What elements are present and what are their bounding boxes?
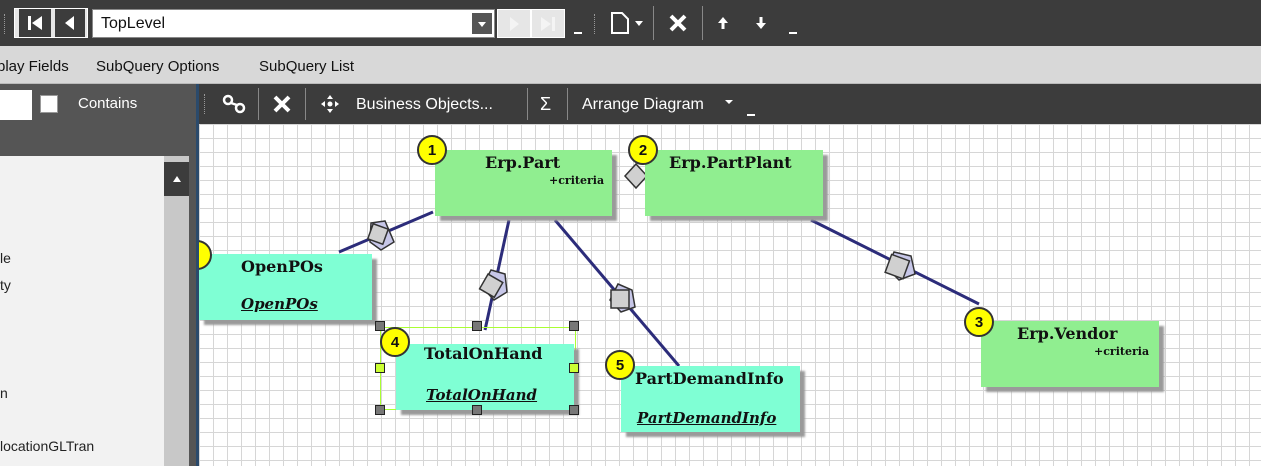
vertical-scrollbar[interactable] [164,156,189,466]
next-icon [510,16,519,31]
toolbar-overflow-icon[interactable] [573,24,583,38]
join-diamond-icon[interactable] [623,162,649,190]
nav-group [14,8,88,38]
new-document-icon [611,12,643,34]
openpos-subquery-node[interactable]: OpenPOs OpenPOs [199,254,372,320]
move-down-button[interactable] [748,8,774,38]
node-number-badge: 5 [605,350,635,380]
first-record-button[interactable] [19,9,51,37]
move-down-icon [756,17,766,29]
toolbar-separator [527,88,528,120]
partdemandinfo-subquery-node[interactable]: PartDemandInfo PartDemandInfo [621,366,800,432]
toolbar-separator [567,88,568,120]
subquery-link[interactable]: PartDemandInfo [637,409,776,427]
move-up-icon [718,17,728,29]
node-criteria[interactable]: +criteria [549,174,604,187]
menu-display-fields[interactable]: play Fields [0,58,69,75]
field-list: le ty n locationGLTran [0,156,164,466]
move-arrows-icon [321,95,339,113]
delete-button[interactable] [662,8,694,38]
node-title: Erp.Vendor [1017,324,1118,343]
move-up-button[interactable] [710,8,736,38]
diagram-toolbar-grip[interactable] [204,94,207,114]
sum-button[interactable]: Σ [540,94,551,115]
resize-handle[interactable] [569,321,579,331]
toolbar-separator [653,6,654,40]
join-diamond-icon[interactable] [366,220,395,251]
resize-handle[interactable] [375,405,385,415]
panel-splitter[interactable] [189,156,196,466]
delete-icon [669,14,687,32]
link-icon [222,94,246,114]
combo-dropdown-button[interactable] [472,13,492,34]
business-objects-button[interactable]: Business Objects... [356,96,493,114]
resize-handle[interactable] [569,405,579,415]
resize-handle[interactable] [472,405,482,415]
resize-handle[interactable] [375,321,385,331]
node-title: Erp.Part [485,153,561,172]
contains-label: Contains [78,95,138,112]
menu-subquery-list[interactable]: SubQuery List [259,58,354,75]
erp-part-table-node[interactable]: Erp.Part +criteria [435,150,612,216]
next-record-button[interactable] [497,9,531,38]
list-item[interactable]: ty [0,277,11,293]
diagram-toolbar: Business Objects... Σ Arrange Diagram [199,84,1261,124]
resize-handle[interactable] [472,321,482,331]
dropdown-icon [478,21,486,27]
node-title: Erp.PartPlant [669,153,792,172]
toolbar-grip[interactable] [4,14,7,34]
node-title: PartDemandInfo [635,369,784,388]
last-icon [541,16,555,31]
chevron-up-icon [172,176,181,182]
contains-checkbox[interactable] [40,95,58,113]
erp-partplant-table-node[interactable]: Erp.PartPlant [645,150,823,216]
close-icon [273,95,291,113]
new-button[interactable] [604,8,648,38]
subquery-link[interactable]: TotalOnHand [426,386,537,404]
node-number-badge: 4 [380,327,410,357]
link-button[interactable] [217,89,251,119]
query-diagram-canvas[interactable]: Erp.Part +criteria 1 Erp.PartPlant 2 Erp… [199,124,1261,466]
toolbar-separator [305,88,306,120]
last-record-button[interactable] [531,9,565,38]
query-level-value: TopLevel [101,15,166,32]
remove-button[interactable] [265,89,299,119]
subquery-link[interactable]: OpenPOs [241,295,318,313]
menu-subquery-options[interactable]: SubQuery Options [96,58,219,75]
arrange-dropdown-icon[interactable] [724,96,734,108]
node-title: TotalOnHand [424,344,543,363]
toolbar-grip-2[interactable] [594,14,597,34]
join-diamond-icon[interactable] [478,269,508,301]
arrange-diagram-button[interactable]: Arrange Diagram [582,96,704,114]
toolbar-separator-2 [702,6,703,40]
filter-bar: Contains [0,84,196,156]
first-icon [28,16,42,30]
erp-vendor-table-node[interactable]: Erp.Vendor +criteria [981,321,1159,387]
join-diamond-icon[interactable] [884,251,916,281]
node-criteria[interactable]: +criteria [1094,345,1149,358]
previous-icon [65,16,74,30]
filter-input[interactable] [0,90,32,120]
main-toolbar: TopLevel [0,0,1261,46]
query-level-combo[interactable]: TopLevel [92,9,495,38]
node-title: OpenPOs [241,257,323,276]
left-panel: Contains le ty n locationGLTran [0,84,196,466]
node-number-badge: 3 [964,307,994,337]
toolbar-overflow-icon-2[interactable] [788,24,798,38]
list-item[interactable]: locationGLTran [0,438,94,454]
scroll-up-button[interactable] [164,162,189,196]
resize-handle[interactable] [569,363,579,373]
toolbar-separator [258,88,259,120]
toolbar-overflow-icon[interactable] [746,106,756,120]
previous-record-button[interactable] [55,9,85,37]
resize-handle[interactable] [375,363,385,373]
totalonhand-subquery-node[interactable]: TotalOnHand TotalOnHand [396,344,574,410]
list-item[interactable]: le [0,250,11,266]
list-item[interactable]: n [0,385,8,401]
subquery-menu-bar: play Fields SubQuery Options SubQuery Li… [0,46,1261,84]
node-number-badge: 1 [417,135,447,165]
node-number-badge: 2 [628,135,658,165]
business-objects-icon-button[interactable] [313,89,347,119]
